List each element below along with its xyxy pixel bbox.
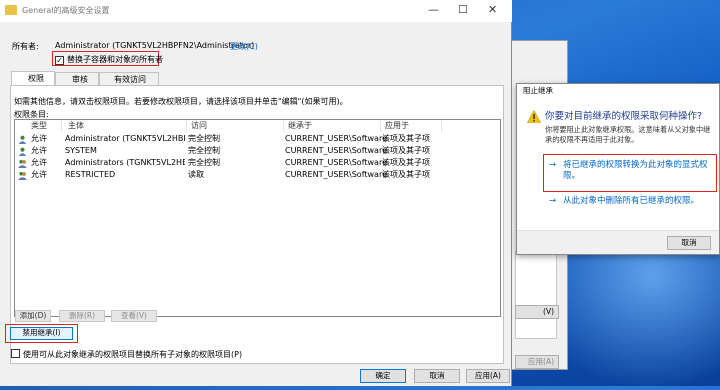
checkbox-checked-icon[interactable]: ✓ xyxy=(55,56,64,65)
dialog-question: 你要对目前继承的权限采取何种操作? xyxy=(545,111,703,122)
cell-type: 允许 xyxy=(31,170,47,179)
cell-principal: SYSTEM xyxy=(65,146,97,155)
tab-permissions[interactable]: 权限 xyxy=(11,71,55,86)
permissions-panel: 如需其他信息，请双击权限项目。若要修改权限项目，请选择该项目并单击"编辑"(如果… xyxy=(5,85,504,364)
tab-effective-access-label: 有效访问 xyxy=(114,75,146,84)
remove-inherited-option[interactable]: → 从此对象中删除所有已继承的权限。 xyxy=(549,196,711,207)
dialog-footer: 取消 xyxy=(517,230,719,254)
background-pane xyxy=(515,251,557,339)
arrow-right-icon: → xyxy=(549,196,557,206)
cell-type: 允许 xyxy=(31,158,47,167)
table-row[interactable]: 允许 Administrator (TGNKT5VL2HBPF... 完全控制 … xyxy=(15,133,500,145)
permission-entries-list[interactable]: 类型 主体 访问 继承于 应用于 允许 Administrator (TGNKT… xyxy=(14,119,501,317)
replace-child-permissions-checkbox[interactable]: 使用可从此对象继承的权限项目替换所有子对象的权限项目(P) xyxy=(11,349,242,360)
disable-inheritance-button[interactable]: 禁用继承(I) xyxy=(10,327,73,340)
background-apply-button[interactable]: 应用(A) xyxy=(515,355,559,369)
cell-principal: Administrator (TGNKT5VL2HBPF... xyxy=(65,134,185,143)
table-row[interactable]: 允许 RESTRICTED 读取 CURRENT_USER\Software 该… xyxy=(15,169,500,181)
title-bar: General的高级安全设置 — ☐ ✕ xyxy=(0,0,512,22)
minimize-button[interactable]: — xyxy=(428,3,439,16)
cell-applies: 该项及其子项 xyxy=(382,134,430,143)
tab-audit[interactable]: 审核 xyxy=(55,72,99,86)
dialog-description: 你将要阻止此对象继承权限。这意味着从父对象中继承的权限不再适用于此对象。 xyxy=(545,125,711,144)
owner-change-link[interactable]: 更改(C) xyxy=(230,41,258,52)
folder-icon xyxy=(5,5,17,15)
ok-button[interactable]: 确定 xyxy=(360,369,406,383)
table-row[interactable]: 允许 Administrators (TGNKT5VL2HBP... 完全控制 … xyxy=(15,157,500,169)
replace-owner-checkbox[interactable]: ✓ 替换子容器和对象的所有者 xyxy=(55,54,163,65)
cell-access: 完全控制 xyxy=(188,158,220,167)
checkbox-unchecked-icon[interactable] xyxy=(11,349,20,358)
warning-icon xyxy=(527,110,541,123)
convert-inherited-option[interactable]: → 将已继承的权限转换为此对象的显式权限。 xyxy=(549,160,711,182)
close-button[interactable]: ✕ xyxy=(488,3,497,16)
cell-type: 允许 xyxy=(31,146,47,155)
window-title: General的高级安全设置 xyxy=(22,6,110,15)
tab-permissions-label: 权限 xyxy=(28,74,44,83)
cell-type: 允许 xyxy=(31,134,47,143)
cell-applies: 该项及其子项 xyxy=(382,158,430,167)
cell-principal: RESTRICTED xyxy=(65,170,116,179)
owner-label: 所有者: xyxy=(12,42,39,51)
cell-inherited: CURRENT_USER\Software xyxy=(285,170,387,179)
cell-access: 读取 xyxy=(188,170,204,179)
apply-button[interactable]: 应用(A) xyxy=(466,369,510,383)
info-text: 如需其他信息，请双击权限项目。若要修改权限项目，请选择该项目并单击"编辑"(如果… xyxy=(14,97,348,106)
user-icon xyxy=(18,135,27,144)
cell-principal: Administrators (TGNKT5VL2HBP... xyxy=(65,158,185,167)
cell-inherited: CURRENT_USER\Software xyxy=(285,134,387,143)
convert-inherited-label: 将已继承的权限转换为此对象的显式权限。 xyxy=(563,160,708,181)
col-type[interactable]: 类型 xyxy=(28,120,62,132)
col-access[interactable]: 访问 xyxy=(188,120,284,132)
tab-audit-label: 审核 xyxy=(72,75,88,84)
cell-inherited: CURRENT_USER\Software xyxy=(285,158,387,167)
view-button[interactable]: 查看(V) xyxy=(111,310,157,322)
owner-value: Administrator (TGNKT5VL2HBPFN2\Administr… xyxy=(55,41,255,50)
add-button[interactable]: 添加(D) xyxy=(15,310,51,322)
cell-applies: 该项及其子项 xyxy=(382,170,430,179)
cell-applies: 该项及其子项 xyxy=(382,146,430,155)
replace-child-permissions-label: 使用可从此对象继承的权限项目替换所有子对象的权限项目(P) xyxy=(23,350,243,359)
cell-access: 完全控制 xyxy=(188,134,220,143)
dialog-cancel-button[interactable]: 取消 xyxy=(667,236,711,250)
col-applies[interactable]: 应用于 xyxy=(382,120,442,132)
tab-effective-access[interactable]: 有效访问 xyxy=(99,72,159,86)
background-view-button[interactable]: (V) xyxy=(515,305,559,319)
user-icon xyxy=(18,147,27,156)
advanced-security-window: General的高级安全设置 — ☐ ✕ 所有者: Administrator … xyxy=(0,0,512,386)
group-icon xyxy=(18,159,27,168)
remove-button[interactable]: 删除(R) xyxy=(59,310,105,322)
maximize-button[interactable]: ☐ xyxy=(458,3,468,16)
cancel-button[interactable]: 取消 xyxy=(414,369,460,383)
table-row[interactable]: 允许 SYSTEM 完全控制 CURRENT_USER\Software 该项及… xyxy=(15,145,500,157)
block-inheritance-dialog: 阻止继承 你要对目前继承的权限采取何种操作? 你将要阻止此对象继承权限。这意味着… xyxy=(516,83,720,255)
col-inherited[interactable]: 继承于 xyxy=(285,120,381,132)
col-principal[interactable]: 主体 xyxy=(65,120,187,132)
group-icon xyxy=(18,171,27,180)
arrow-right-icon: → xyxy=(549,160,557,170)
cell-inherited: CURRENT_USER\Software xyxy=(285,146,387,155)
cell-access: 完全控制 xyxy=(188,146,220,155)
replace-owner-label: 替换子容器和对象的所有者 xyxy=(67,55,163,64)
remove-inherited-label: 从此对象中删除所有已继承的权限。 xyxy=(563,196,700,206)
dialog-title: 阻止继承 xyxy=(517,84,719,98)
